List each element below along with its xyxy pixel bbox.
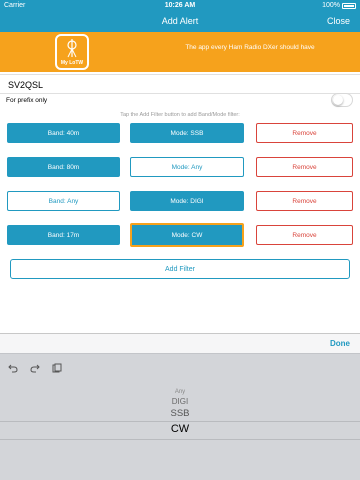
- mode-filter-button[interactable]: Mode: SSB: [130, 123, 244, 143]
- app-logo[interactable]: My LoTW: [55, 34, 89, 70]
- band-filter-button[interactable]: Band: 80m: [7, 157, 120, 177]
- band-filter-button[interactable]: Band: Any: [7, 191, 120, 211]
- logo-text: My LoTW: [60, 60, 84, 66]
- radio-tower-icon: [67, 39, 77, 58]
- picker-selection-line-top: [0, 421, 360, 422]
- mode-filter-button[interactable]: Mode: Any: [130, 157, 244, 177]
- picker-option-selected[interactable]: CW: [0, 423, 360, 435]
- picker-option[interactable]: DIGI: [0, 397, 360, 406]
- redo-icon[interactable]: [30, 363, 40, 373]
- band-filter-button[interactable]: Band: 40m: [7, 123, 120, 143]
- filter-hint: Tap the Add Filter button to add Band/Mo…: [120, 112, 240, 118]
- close-button[interactable]: Close: [327, 16, 350, 26]
- battery-status: 100%: [322, 2, 356, 9]
- keyboard-shortcut-bar: [0, 353, 360, 381]
- prefix-only-toggle[interactable]: [331, 93, 353, 107]
- paste-icon[interactable]: [52, 363, 62, 373]
- promo-banner: [0, 32, 360, 72]
- mode-filter-button-selected[interactable]: Mode: CW: [130, 223, 244, 247]
- prefix-only-label: For prefix only: [6, 97, 48, 104]
- picker-option[interactable]: Any: [0, 389, 360, 395]
- callsign-field[interactable]: SV2QSL: [0, 74, 360, 94]
- mode-filter-button[interactable]: Mode: DIGI: [130, 191, 244, 211]
- status-time: 10:26 AM: [164, 2, 196, 9]
- add-filter-button[interactable]: Add Filter: [10, 259, 350, 279]
- battery-percent: 100%: [322, 2, 340, 9]
- picker-selection-line-bottom: [0, 439, 360, 440]
- remove-filter-button[interactable]: Remove: [256, 157, 353, 177]
- remove-filter-button[interactable]: Remove: [256, 225, 353, 245]
- done-button[interactable]: Done: [330, 339, 350, 348]
- banner-tagline: The app every Ham Radio DXer should have: [185, 44, 315, 51]
- picker-option[interactable]: SSB: [0, 408, 360, 419]
- band-filter-button[interactable]: Band: 17m: [7, 225, 120, 245]
- navigation-bar: Add Alert Close: [0, 12, 360, 32]
- page-title: Add Alert: [161, 16, 199, 26]
- toggle-knob: [333, 95, 343, 105]
- undo-icon[interactable]: [8, 363, 18, 373]
- battery-icon: [342, 2, 356, 9]
- remove-filter-button[interactable]: Remove: [256, 191, 353, 211]
- picker-toolbar: Done: [0, 333, 360, 353]
- status-bar: Carrier 10:26 AM 100%: [0, 0, 360, 12]
- remove-filter-button[interactable]: Remove: [256, 123, 353, 143]
